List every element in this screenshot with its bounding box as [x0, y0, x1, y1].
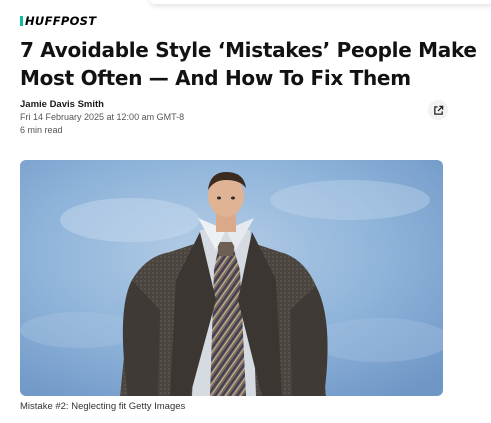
- read-time: 6 min read: [20, 125, 63, 135]
- hero-image: [20, 160, 443, 396]
- logo-accent-bar: [20, 16, 23, 26]
- share-button[interactable]: [428, 100, 448, 120]
- author-name[interactable]: Jamie Davis Smith: [20, 98, 320, 111]
- image-caption: Mistake #2: Neglecting fit Getty Images: [20, 401, 186, 412]
- huffpost-logo[interactable]: HUFFPOST: [20, 14, 96, 28]
- top-bar-edge: [150, 0, 491, 4]
- external-link-icon: [433, 105, 443, 115]
- byline: Jamie Davis Smith Fri 14 February 2025 a…: [20, 98, 320, 137]
- logo-text: HUFFPOST: [25, 14, 97, 28]
- article-headline: 7 Avoidable Style ‘Mistakes’ People Make…: [20, 38, 477, 90]
- publish-date: Fri 14 February 2025 at 12:00 am GMT-8: [20, 112, 185, 122]
